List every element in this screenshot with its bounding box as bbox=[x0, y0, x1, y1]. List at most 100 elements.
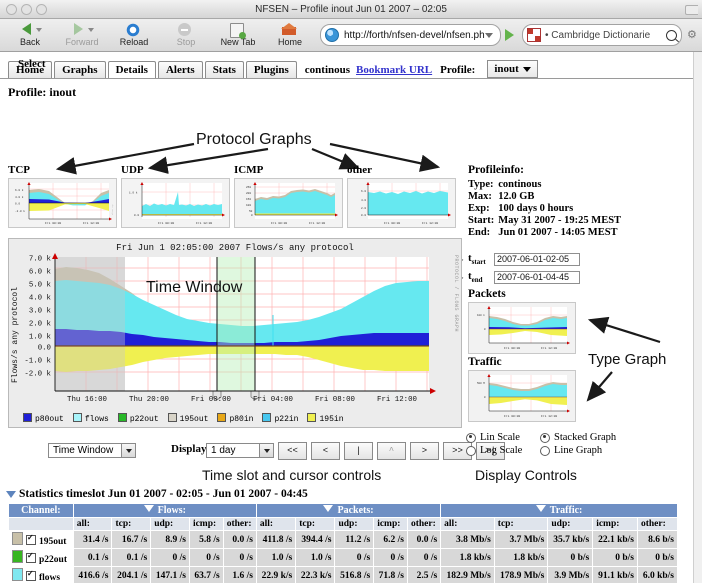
main-graph-canvas[interactable]: 7.0 k6.0 k 5.0 k4.0 k 3.0 k2.0 k 1.0 k0.… bbox=[9, 239, 461, 427]
bookmark-url-link[interactable]: Bookmark URL bbox=[356, 64, 432, 76]
button-first[interactable]: << bbox=[278, 442, 307, 460]
channel-checkbox[interactable] bbox=[26, 571, 36, 581]
go-button[interactable] bbox=[505, 29, 514, 41]
radio-label: Lin Scale bbox=[480, 432, 520, 443]
new-tab-button[interactable]: New Tab bbox=[212, 20, 264, 50]
subheader-flows-icmp[interactable]: icmp: bbox=[189, 518, 223, 531]
svg-text:5.0 k: 5.0 k bbox=[29, 282, 52, 290]
protocol-graph-canvas[interactable]: 6.0 k4.0 k 0.0-2.0 k Fri 00:00Fri 12:00 … bbox=[8, 178, 117, 228]
search-icon[interactable] bbox=[666, 30, 677, 41]
statistics-heading[interactable]: Statistics timeslot Jun 01 2007 - 02:05 … bbox=[6, 488, 308, 500]
radio-line-graph[interactable]: Line Graph bbox=[540, 445, 614, 456]
tab-plugins[interactable]: Plugins bbox=[246, 61, 297, 78]
header-packets[interactable]: Packets: bbox=[256, 504, 440, 518]
subheader-flows-other[interactable]: other: bbox=[223, 518, 256, 531]
tstart-input[interactable] bbox=[494, 253, 580, 266]
subheader-packets-tcp[interactable]: tcp: bbox=[296, 518, 335, 531]
stat-value-cell: 0 b/s bbox=[548, 549, 593, 567]
profileinfo-label: Start: bbox=[468, 215, 498, 227]
triangle-down-icon[interactable] bbox=[323, 505, 333, 512]
subheader-flows-all[interactable]: all: bbox=[73, 518, 112, 531]
subheader-traffic-icmp[interactable]: icmp: bbox=[593, 518, 638, 531]
tend-input[interactable] bbox=[494, 271, 580, 284]
home-button[interactable]: Home bbox=[264, 20, 316, 50]
channel-cell[interactable]: flows bbox=[9, 567, 74, 583]
header-flows[interactable]: Flows: bbox=[73, 504, 256, 518]
radio-log-scale[interactable]: Log Scale bbox=[466, 445, 540, 456]
subheader-traffic-all[interactable]: all: bbox=[441, 518, 495, 531]
protocol-graph-other[interactable]: other bbox=[347, 164, 454, 228]
stop-button[interactable]: Stop bbox=[160, 20, 212, 50]
tab-details[interactable]: Details bbox=[108, 61, 156, 78]
channel-checkbox[interactable] bbox=[26, 553, 36, 563]
chevron-down-icon[interactable] bbox=[259, 444, 273, 457]
channel-checkbox[interactable] bbox=[26, 535, 36, 545]
minimize-button[interactable] bbox=[21, 4, 32, 15]
reload-button[interactable]: Reload bbox=[108, 20, 160, 50]
subheader-packets-other[interactable]: other: bbox=[407, 518, 440, 531]
radio-icon[interactable] bbox=[466, 433, 476, 443]
subheader-packets-udp[interactable]: udp: bbox=[335, 518, 374, 531]
radio-icon[interactable] bbox=[540, 433, 550, 443]
button-center[interactable]: | bbox=[344, 442, 373, 460]
profile-select[interactable]: inout bbox=[487, 60, 537, 78]
protocol-graph-canvas[interactable]: 6.04.02.00.0 Fri 00:00Fri 12:00 bbox=[347, 178, 456, 228]
stat-value-cell: 0 /s bbox=[374, 549, 408, 567]
protocol-graph-tcp[interactable]: TCP bbox=[8, 164, 115, 228]
forward-button[interactable]: Forward bbox=[56, 20, 108, 50]
statistics-heading-text: Statistics timeslot Jun 01 2007 - 02:05 … bbox=[19, 488, 308, 500]
subheader-packets-all[interactable]: all: bbox=[256, 518, 295, 531]
button-up[interactable]: ^ bbox=[377, 442, 406, 460]
button-next[interactable]: > bbox=[410, 442, 439, 460]
radio-lin-scale[interactable]: Lin Scale bbox=[466, 432, 540, 443]
radio-stacked-graph[interactable]: Stacked Graph bbox=[540, 432, 614, 443]
search-bar[interactable]: • Cambridge Dictionarie bbox=[522, 24, 682, 46]
svg-text:Fri 00:00: Fri 00:00 bbox=[504, 414, 520, 418]
packets-graph[interactable]: 100 k0 Fri 00:00Fri 12:00 bbox=[468, 302, 576, 354]
protocol-graph-icmp[interactable]: ICMP bbox=[234, 164, 341, 228]
profileinfo-panel: Profileinfo: Type: continous Max: 12.0 G… bbox=[468, 164, 678, 239]
protocol-graph-canvas[interactable]: 250200150 100500 Fri 00:00Fri 12:00 bbox=[234, 178, 343, 228]
radio-icon[interactable] bbox=[540, 446, 550, 456]
window-controls[interactable] bbox=[6, 4, 47, 15]
stop-icon bbox=[178, 23, 194, 37]
stop-button-label: Stop bbox=[177, 38, 196, 47]
search-engine-icon[interactable] bbox=[527, 28, 541, 42]
gear-icon[interactable]: ⚙ bbox=[687, 30, 698, 41]
chevron-down-icon[interactable] bbox=[485, 33, 493, 38]
protocol-graph-udp[interactable]: UDP bbox=[121, 164, 228, 228]
back-button[interactable]: Back bbox=[4, 20, 56, 50]
zoom-button[interactable] bbox=[36, 4, 47, 15]
tab-stats[interactable]: Stats bbox=[205, 61, 244, 78]
traffic-graph[interactable]: 500 M0 Fri 00:00Fri 12:00 bbox=[468, 370, 576, 422]
subheader-traffic-udp[interactable]: udp: bbox=[548, 518, 593, 531]
page-scrollbar[interactable] bbox=[693, 52, 702, 583]
triangle-down-icon[interactable] bbox=[6, 491, 16, 498]
radio-icon[interactable] bbox=[466, 446, 476, 456]
channel-cell[interactable]: 195out bbox=[9, 531, 74, 549]
svg-text:6.0: 6.0 bbox=[361, 190, 366, 193]
window-resize-handle[interactable] bbox=[685, 5, 698, 15]
subheader-flows-tcp[interactable]: tcp: bbox=[112, 518, 151, 531]
tab-graphs[interactable]: Graphs bbox=[54, 61, 105, 78]
triangle-down-icon[interactable] bbox=[536, 505, 546, 512]
main-flow-graph[interactable]: Fri Jun 1 02:05:00 2007 Flows/s any prot… bbox=[8, 238, 462, 428]
subheader-traffic-other[interactable]: other: bbox=[637, 518, 677, 531]
select-time-window[interactable]: Time Window bbox=[48, 443, 136, 458]
url-text[interactable]: http://forth/nfsen-devel/nfsen.php bbox=[344, 30, 485, 41]
subheader-flows-udp[interactable]: udp: bbox=[151, 518, 190, 531]
header-traffic[interactable]: Traffic: bbox=[441, 504, 678, 518]
subheader-packets-icmp[interactable]: icmp: bbox=[374, 518, 408, 531]
address-bar[interactable]: http://forth/nfsen-devel/nfsen.php bbox=[320, 24, 501, 46]
protocol-graph-canvas[interactable]: 1.0 k0.0 Fri 00:00Fri 12:00 bbox=[121, 178, 230, 228]
button-prev[interactable]: < bbox=[311, 442, 340, 460]
tab-alerts[interactable]: Alerts bbox=[158, 61, 203, 78]
select-display-range[interactable]: 1 day bbox=[206, 443, 274, 458]
close-button[interactable] bbox=[6, 4, 17, 15]
chevron-down-icon[interactable] bbox=[121, 444, 135, 457]
triangle-down-icon[interactable] bbox=[144, 505, 154, 512]
back-button-label: Back bbox=[20, 38, 40, 47]
tend-sub: end bbox=[472, 276, 483, 284]
subheader-traffic-tcp[interactable]: tcp: bbox=[494, 518, 548, 531]
channel-cell[interactable]: p22out bbox=[9, 549, 74, 567]
